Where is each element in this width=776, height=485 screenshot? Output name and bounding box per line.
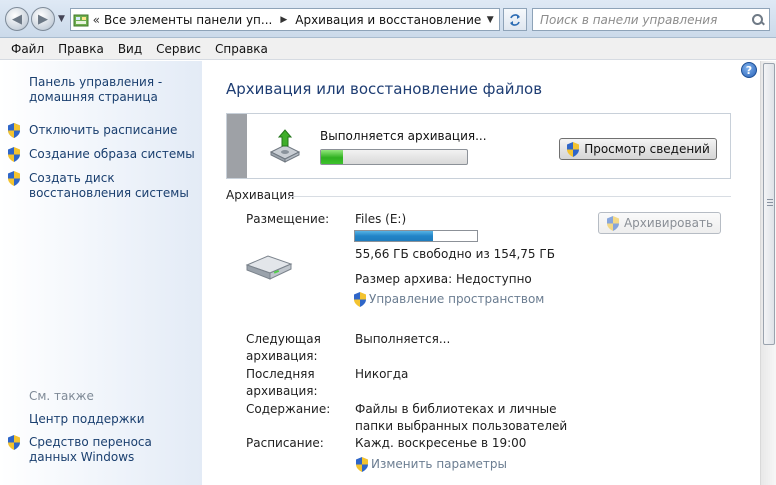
backup-progress-fill xyxy=(321,150,343,164)
free-space-text: 55,66 ГБ свободно из 154,75 ГБ xyxy=(355,247,555,261)
address-bar[interactable]: « Все элементы панели уп... ▶ Архивация … xyxy=(70,8,500,31)
thumb-grip xyxy=(767,202,773,203)
location-label: Размещение: xyxy=(246,212,330,226)
vertical-scrollbar[interactable] xyxy=(760,61,776,485)
manage-space-link[interactable]: Управление пространством xyxy=(353,291,544,308)
last-backup-value: Никогда xyxy=(355,367,409,381)
section-divider xyxy=(288,196,731,197)
sidebar-create-system-image[interactable]: Создание образа системы xyxy=(29,147,195,162)
uac-shield-icon xyxy=(606,215,620,231)
refresh-button[interactable] xyxy=(503,8,527,31)
search-icon[interactable] xyxy=(752,13,764,26)
sidebar-action-center[interactable]: Центр поддержки xyxy=(29,412,145,427)
back-button[interactable]: ◀ xyxy=(5,7,29,31)
sidebar-easy-transfer[interactable]: Средство переноса данных Windows xyxy=(29,435,197,465)
backup-section-title: Архивация xyxy=(226,188,295,202)
thumb-grip xyxy=(767,199,773,200)
next-backup-label: Следующая архивация: xyxy=(246,332,321,363)
address-overflow-chevron[interactable]: « xyxy=(93,13,100,27)
uac-shield-icon xyxy=(566,141,580,157)
menu-bar: Файл Правка Вид Сервис Справка xyxy=(0,38,776,60)
backup-status-panel: Выполняется архивация... Просмотр сведен… xyxy=(226,113,731,179)
status-strip xyxy=(227,114,247,178)
backup-in-progress-icon xyxy=(267,128,303,167)
control-panel-icon xyxy=(71,9,91,30)
location-value: Files (E:) xyxy=(355,212,407,226)
backup-now-button[interactable]: Архивировать xyxy=(598,212,721,234)
recent-pages-dropdown[interactable]: ▼ xyxy=(58,14,65,24)
contents-label: Содержание: xyxy=(246,402,331,416)
view-details-label: Просмотр сведений xyxy=(584,142,710,156)
backup-status-text: Выполняется архивация... xyxy=(320,129,487,143)
see-also-title: См. также xyxy=(29,389,94,403)
page-title: Архивация или восстановление файлов xyxy=(226,80,543,98)
sidebar-create-recovery-disc[interactable]: Создать диск восстановления системы xyxy=(29,171,197,201)
menu-file[interactable]: Файл xyxy=(4,42,51,56)
sidebar-disable-schedule[interactable]: Отключить расписание xyxy=(29,123,177,138)
change-settings-link[interactable]: Изменить параметры xyxy=(355,456,507,473)
contents-value: Файлы в библиотеках и личные папки выбра… xyxy=(355,402,568,433)
menu-help[interactable]: Справка xyxy=(208,42,275,56)
manage-space-label: Управление пространством xyxy=(369,292,545,306)
backup-progress-bar xyxy=(320,149,468,165)
menu-tools[interactable]: Сервис xyxy=(149,42,208,56)
title-bar: ◀ ▶ ▼ « Все элементы панели уп... ▶ Архи… xyxy=(0,0,776,38)
disk-usage-bar xyxy=(354,230,478,242)
breadcrumb-all-items[interactable]: Все элементы панели уп... xyxy=(104,13,272,27)
uac-shield-icon xyxy=(7,171,21,186)
backup-now-label: Архивировать xyxy=(623,216,714,230)
last-backup-label: Последняя архивация: xyxy=(246,367,318,398)
help-icon[interactable]: ? xyxy=(741,62,757,78)
forward-button[interactable]: ▶ xyxy=(31,7,55,31)
uac-shield-icon xyxy=(7,435,21,450)
menu-edit[interactable]: Правка xyxy=(51,42,111,56)
schedule-label: Расписание: xyxy=(246,436,324,450)
sidebar-home-link[interactable]: Панель управления - домашняя страница xyxy=(29,75,189,105)
archive-size-text: Размер архива: Недоступно xyxy=(355,272,532,286)
view-details-button[interactable]: Просмотр сведений xyxy=(559,138,717,160)
uac-shield-icon xyxy=(7,123,21,138)
change-settings-label: Изменить параметры xyxy=(371,457,508,471)
thumb-grip xyxy=(767,205,773,206)
drive-icon xyxy=(244,251,294,281)
refresh-icon xyxy=(510,13,520,26)
search-input[interactable] xyxy=(540,12,750,27)
disk-usage-fill xyxy=(355,231,434,241)
uac-shield-icon xyxy=(353,292,367,307)
breadcrumb-arrow-icon[interactable]: ▶ xyxy=(280,15,287,25)
schedule-value: Кажд. воскресенье в 19:00 xyxy=(355,436,527,450)
uac-shield-icon xyxy=(355,457,369,472)
next-backup-value: Выполняется... xyxy=(355,332,451,346)
menu-view[interactable]: Вид xyxy=(111,42,149,56)
breadcrumb-backup-restore[interactable]: Архивация и восстановление xyxy=(295,13,481,27)
search-box[interactable] xyxy=(532,8,770,31)
address-dropdown-icon[interactable]: ▼ xyxy=(481,9,499,30)
scrollbar-thumb[interactable] xyxy=(763,63,775,345)
uac-shield-icon xyxy=(7,147,21,162)
